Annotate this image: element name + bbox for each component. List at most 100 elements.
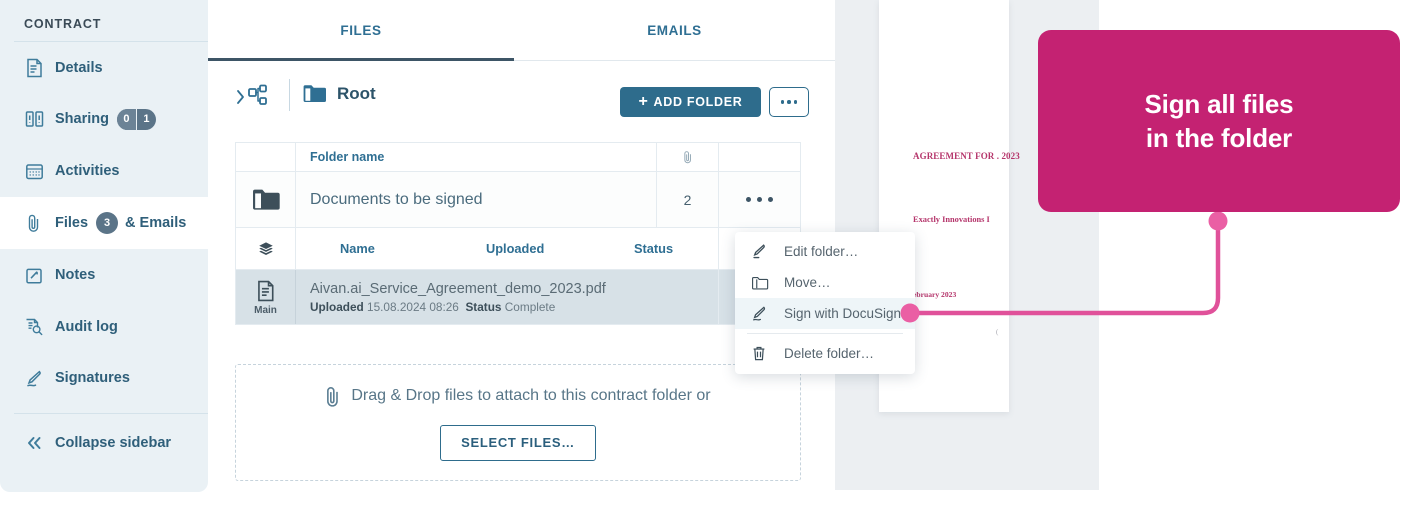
header-actions-spacer bbox=[718, 143, 800, 171]
folder-file-count: 2 bbox=[656, 172, 718, 227]
sidebar-item-files-and-emails[interactable]: Files 3 & Emails bbox=[0, 197, 208, 249]
sidebar-item-label: Activities bbox=[55, 163, 120, 179]
table-row[interactable]: Main Aivan.ai_Service_Agreement_demo_202… bbox=[235, 270, 801, 325]
file-info-cell: Aivan.ai_Service_Agreement_demo_2023.pdf… bbox=[296, 270, 718, 324]
status-label: Status bbox=[465, 299, 502, 314]
folder-more-button[interactable] bbox=[769, 87, 809, 117]
ellipsis-dot bbox=[780, 100, 785, 104]
select-files-button[interactable]: SELECT FILES… bbox=[440, 424, 596, 461]
header-spacer bbox=[236, 143, 296, 171]
folder-table-header: Folder name bbox=[235, 142, 801, 172]
uploaded-label: Uploaded bbox=[310, 299, 364, 314]
sidebar-item-label: Files bbox=[55, 215, 89, 231]
dropzone-line: Drag & Drop files to attach to this cont… bbox=[325, 385, 711, 408]
document-date: ebruary 2023 bbox=[913, 290, 957, 299]
sidebar-collapse-button[interactable]: Collapse sidebar bbox=[0, 417, 208, 469]
file-dropzone[interactable]: Drag & Drop files to attach to this cont… bbox=[235, 364, 801, 481]
tab-files[interactable]: FILES bbox=[208, 0, 514, 61]
signature-icon bbox=[22, 366, 46, 390]
sharing-badge-left: 0 bbox=[116, 108, 136, 130]
folder-icon bbox=[236, 172, 296, 227]
tab-emails-label: EMAILS bbox=[647, 23, 702, 38]
files-badge: 3 bbox=[96, 212, 119, 234]
folder-context-menu: Edit folder… Move… Sign with DocuSign… D… bbox=[735, 232, 915, 374]
file-badge: Main bbox=[254, 304, 277, 316]
add-folder-button[interactable]: + ADD FOLDER bbox=[620, 87, 761, 117]
layers-icon bbox=[236, 228, 296, 269]
paperclip-icon bbox=[325, 385, 341, 408]
folder-name-cell[interactable]: Documents to be signed bbox=[296, 172, 656, 227]
sidebar-item-label-suffix: & Emails bbox=[125, 215, 187, 231]
document-icon bbox=[22, 56, 46, 80]
calendar-icon bbox=[22, 159, 46, 183]
file-document-icon: Main bbox=[236, 270, 296, 324]
sidebar-item-label: Details bbox=[55, 60, 103, 76]
menu-item-move[interactable]: Move… bbox=[735, 267, 915, 298]
document-heading: AGREEMENT FOR . 2023 bbox=[913, 151, 1020, 161]
file-name: Aivan.ai_Service_Agreement_demo_2023.pdf bbox=[310, 280, 606, 297]
folder-icon bbox=[302, 83, 327, 104]
paperclip-icon bbox=[22, 211, 46, 235]
breadcrumb[interactable]: Root bbox=[302, 83, 376, 104]
menu-divider bbox=[747, 333, 903, 334]
chevron-double-left-icon bbox=[22, 431, 46, 455]
dropzone-text: Drag & Drop files to attach to this cont… bbox=[351, 387, 711, 404]
sidebar-item-label: Notes bbox=[55, 267, 96, 283]
sidebar-title: CONTRACT bbox=[24, 17, 102, 31]
file-table-header: Name Uploaded Status bbox=[235, 228, 801, 270]
tab-files-label: FILES bbox=[340, 23, 382, 38]
menu-item-label: Delete folder… bbox=[784, 346, 875, 361]
header-uploaded: Uploaded bbox=[486, 241, 545, 256]
audit-icon bbox=[22, 315, 46, 339]
notes-icon bbox=[22, 263, 46, 287]
document-party: Exactly Innovations I bbox=[913, 215, 990, 224]
sidebar-item-signatures[interactable]: Signatures bbox=[0, 352, 208, 404]
sharing-badge-right: 1 bbox=[143, 113, 150, 125]
paperclip-icon bbox=[656, 143, 718, 171]
signature-icon bbox=[751, 305, 773, 322]
status-value: Complete bbox=[504, 299, 556, 314]
menu-item-sign-with-docusign[interactable]: Sign with DocuSign… bbox=[735, 298, 915, 329]
callout-bubble: Sign all files in the folder bbox=[1038, 30, 1400, 212]
pencil-icon bbox=[751, 243, 773, 260]
sidebar-divider-bottom bbox=[14, 413, 208, 414]
menu-item-edit-folder[interactable]: Edit folder… bbox=[735, 236, 915, 267]
plus-icon: + bbox=[638, 93, 649, 110]
sharing-icon bbox=[22, 107, 46, 131]
folder-tree-icon[interactable] bbox=[235, 82, 275, 117]
header-folder-name: Folder name bbox=[310, 150, 385, 164]
tab-emails[interactable]: EMAILS bbox=[514, 0, 835, 61]
breadcrumb-root-label: Root bbox=[337, 83, 376, 103]
ellipsis-dot bbox=[746, 197, 751, 202]
folder-icon bbox=[751, 275, 773, 291]
folder-toolbar: Root + ADD FOLDER bbox=[208, 61, 835, 134]
header-status: Status bbox=[634, 241, 674, 256]
sidebar-item-details[interactable]: Details bbox=[0, 42, 208, 94]
toolbar-divider bbox=[289, 79, 290, 111]
folder-row-more-button[interactable] bbox=[718, 172, 800, 227]
trash-icon bbox=[751, 345, 773, 362]
menu-item-label: Move… bbox=[784, 275, 831, 290]
ellipsis-dot bbox=[768, 197, 773, 202]
folder-table: Folder name Documents to be signed 2 Nam… bbox=[235, 142, 801, 325]
file-meta: Uploaded 15.08.2024 08:26 Status Complet… bbox=[310, 300, 718, 314]
tab-bar: FILES EMAILS bbox=[208, 0, 835, 61]
header-name: Name bbox=[340, 241, 375, 256]
sidebar-item-activities[interactable]: Activities bbox=[0, 145, 208, 197]
sidebar-collapse-label: Collapse sidebar bbox=[55, 435, 172, 451]
ellipsis-dot bbox=[793, 100, 798, 104]
document-body-text: ( bbox=[996, 328, 999, 336]
callout-text: Sign all files in the folder bbox=[1144, 88, 1294, 153]
uploaded-value: 15.08.2024 08:26 bbox=[367, 299, 459, 314]
menu-item-delete-folder[interactable]: Delete folder… bbox=[735, 338, 915, 369]
sidebar-item-audit-log[interactable]: Audit log bbox=[0, 301, 208, 353]
ellipsis-dot bbox=[787, 100, 791, 104]
menu-item-label: Sign with DocuSign… bbox=[784, 306, 915, 321]
sidebar-item-notes[interactable]: Notes bbox=[0, 249, 208, 301]
sharing-badge: 0 1 bbox=[116, 108, 156, 130]
sidebar-item-sharing[interactable]: Sharing 0 1 bbox=[0, 93, 208, 145]
add-folder-label: ADD FOLDER bbox=[653, 95, 743, 109]
table-row[interactable]: Documents to be signed 2 bbox=[235, 172, 801, 228]
ellipsis-dot bbox=[757, 197, 762, 202]
sidebar-item-label: Audit log bbox=[55, 319, 118, 335]
